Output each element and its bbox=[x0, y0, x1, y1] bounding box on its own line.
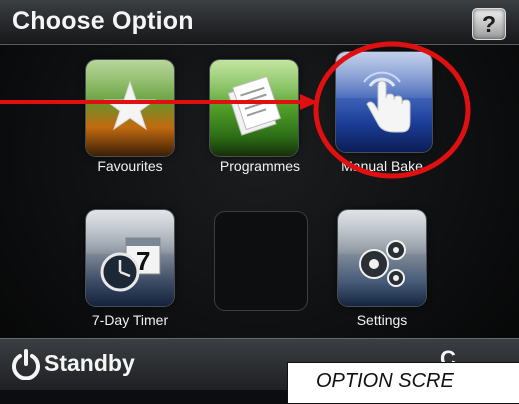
caption-box: OPTION SCRE bbox=[287, 362, 519, 404]
oven-touchscreen: Choose Option ? Favourites Programmes Ma… bbox=[0, 0, 519, 404]
caption-text: OPTION SCRE bbox=[316, 370, 454, 392]
highlight-overlay bbox=[0, 41, 471, 179]
highlight-circle bbox=[313, 41, 471, 179]
